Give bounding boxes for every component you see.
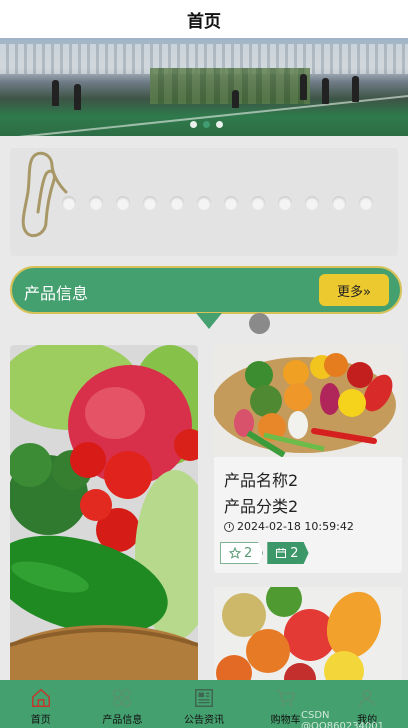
cart-icon	[276, 689, 295, 706]
carousel-dot[interactable]	[190, 121, 197, 128]
carousel-dot[interactable]	[216, 121, 223, 128]
product-stats: 2 2	[220, 542, 309, 564]
banner-image-person	[300, 74, 307, 100]
product-image-fruits	[214, 587, 402, 687]
comment-count: 2	[290, 545, 299, 561]
paperclip-icon	[21, 151, 68, 238]
product-card-featured[interactable]	[10, 345, 198, 685]
page-header: 首页	[0, 0, 408, 38]
product-time-text: 2024-02-18 10:59:42	[237, 520, 354, 533]
carousel-dot-active[interactable]	[203, 121, 210, 128]
notebook-holes	[62, 196, 373, 210]
floating-dot	[249, 313, 270, 334]
banner-image-person	[74, 84, 81, 110]
user-icon	[359, 689, 376, 707]
banner-image-person	[232, 90, 239, 108]
banner-image-trees	[150, 68, 310, 104]
page-title: 首页	[187, 11, 221, 32]
product-category: 产品分类2	[224, 497, 299, 516]
product-image-vegetables	[10, 345, 198, 685]
product-time: 2024-02-18 10:59:42	[224, 520, 354, 533]
clock-icon	[224, 521, 234, 532]
tab-home-label: 首页	[30, 715, 51, 726]
product-image-vegetables-assorted	[214, 345, 402, 457]
product-card[interactable]	[214, 587, 402, 687]
tab-home[interactable]: 首页	[0, 680, 82, 728]
tab-products-label: 产品信息	[102, 715, 143, 726]
grid-icon	[113, 689, 132, 707]
tab-products[interactable]: 产品信息	[82, 680, 164, 728]
tab-news[interactable]: 公告资讯	[163, 680, 245, 728]
calendar-icon	[276, 548, 287, 558]
favorite-count: 2	[244, 545, 253, 561]
home-icon	[31, 688, 50, 707]
tab-cart-label: 购物车	[270, 715, 301, 726]
favorite-tag[interactable]: 2	[220, 542, 264, 564]
section-pointer	[196, 313, 222, 329]
section-title: 产品信息	[24, 284, 89, 303]
more-button[interactable]: 更多»	[319, 274, 389, 306]
section-header-bar: 产品信息 更多»	[10, 266, 402, 314]
watermark-text: CSDN @QQ860234001	[301, 710, 385, 728]
product-name: 产品名称2	[224, 471, 299, 490]
banner-image-person	[52, 80, 59, 106]
carousel-indicator	[190, 121, 223, 128]
banner-image-person	[352, 76, 359, 102]
comment-tag[interactable]: 2	[267, 542, 309, 564]
news-icon	[195, 689, 213, 707]
star-icon	[229, 547, 241, 559]
product-card[interactable]: 产品名称2 产品分类2 2024-02-18 10:59:42 2 2	[214, 345, 402, 573]
tab-news-label: 公告资讯	[183, 715, 224, 726]
banner-image-person	[322, 78, 329, 104]
